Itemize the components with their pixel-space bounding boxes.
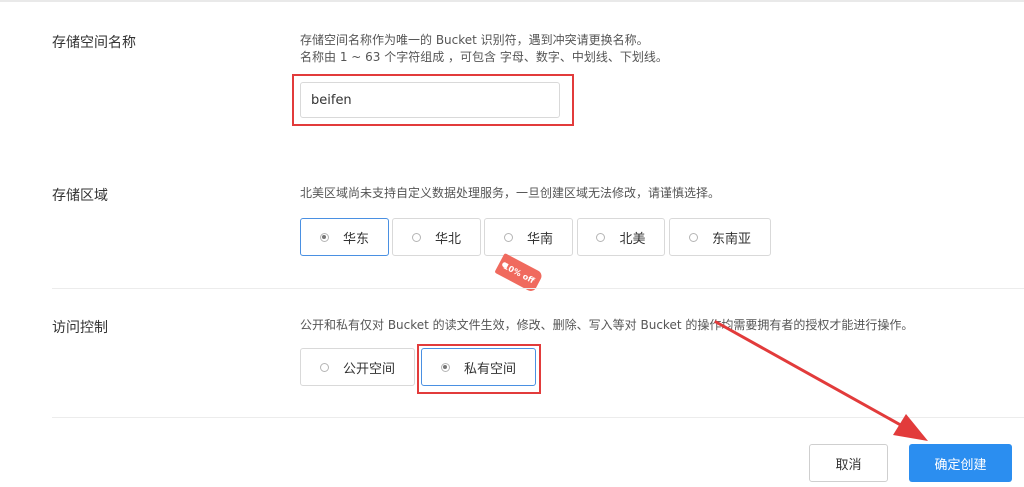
region-desc: 北美区域尚未支持自定义数据处理服务，一旦创建区域无法修改，请谨慎选择。 [300, 186, 721, 200]
access-control-desc: 公开和私有仅对 Bucket 的读文件生效，修改、删除、写入等对 Bucket … [300, 318, 914, 332]
cancel-button[interactable]: 取消 [809, 444, 888, 482]
divider [52, 288, 1024, 289]
bucket-name-label: 存储空间名称 [52, 35, 136, 51]
access-option-label: 公开空间 [342, 361, 395, 377]
bucket-name-desc-line2: 名称由 1 ~ 63 个字符组成 ，可包含 字母、数字、中划线、下划线。 [300, 50, 668, 64]
region-option-label: 华南 [526, 231, 553, 247]
region-option-southeast-asia[interactable]: 东南亚 [669, 218, 771, 256]
bucket-name-highlight-box [292, 74, 574, 126]
region-label: 存储区域 [52, 188, 108, 204]
radio-icon [503, 232, 513, 242]
top-border [0, 0, 1024, 2]
region-option-south-china[interactable]: 华南 [484, 218, 573, 256]
discount-tag-text: 10% off [501, 261, 537, 285]
region-option-label: 东南亚 [711, 231, 751, 247]
radio-icon [319, 232, 329, 242]
bucket-name-input[interactable] [300, 82, 560, 118]
region-option-label: 华东 [342, 231, 369, 247]
radio-icon [319, 362, 329, 372]
radio-icon [688, 232, 698, 242]
radio-icon [596, 232, 606, 242]
radio-icon [411, 232, 421, 242]
divider [52, 417, 1024, 418]
access-option-public[interactable]: 公开空间 [300, 348, 415, 386]
region-option-north-china[interactable]: 华北 [392, 218, 481, 256]
create-bucket-form: 存储空间名称 存储空间名称作为唯一的 Bucket 识别符，遇到冲突请更换名称。… [0, 0, 1024, 487]
region-option-label: 北美 [619, 231, 646, 247]
region-option-label: 华北 [434, 231, 461, 247]
region-option-north-america[interactable]: 北美 [577, 218, 665, 256]
bucket-name-desc-line1: 存储空间名称作为唯一的 Bucket 识别符，遇到冲突请更换名称。 [300, 33, 649, 47]
private-option-highlight-box [417, 344, 541, 394]
region-option-east-china[interactable]: 华东 [300, 218, 389, 256]
access-control-label: 访问控制 [52, 320, 108, 336]
create-button[interactable]: 确定创建 [909, 444, 1012, 482]
